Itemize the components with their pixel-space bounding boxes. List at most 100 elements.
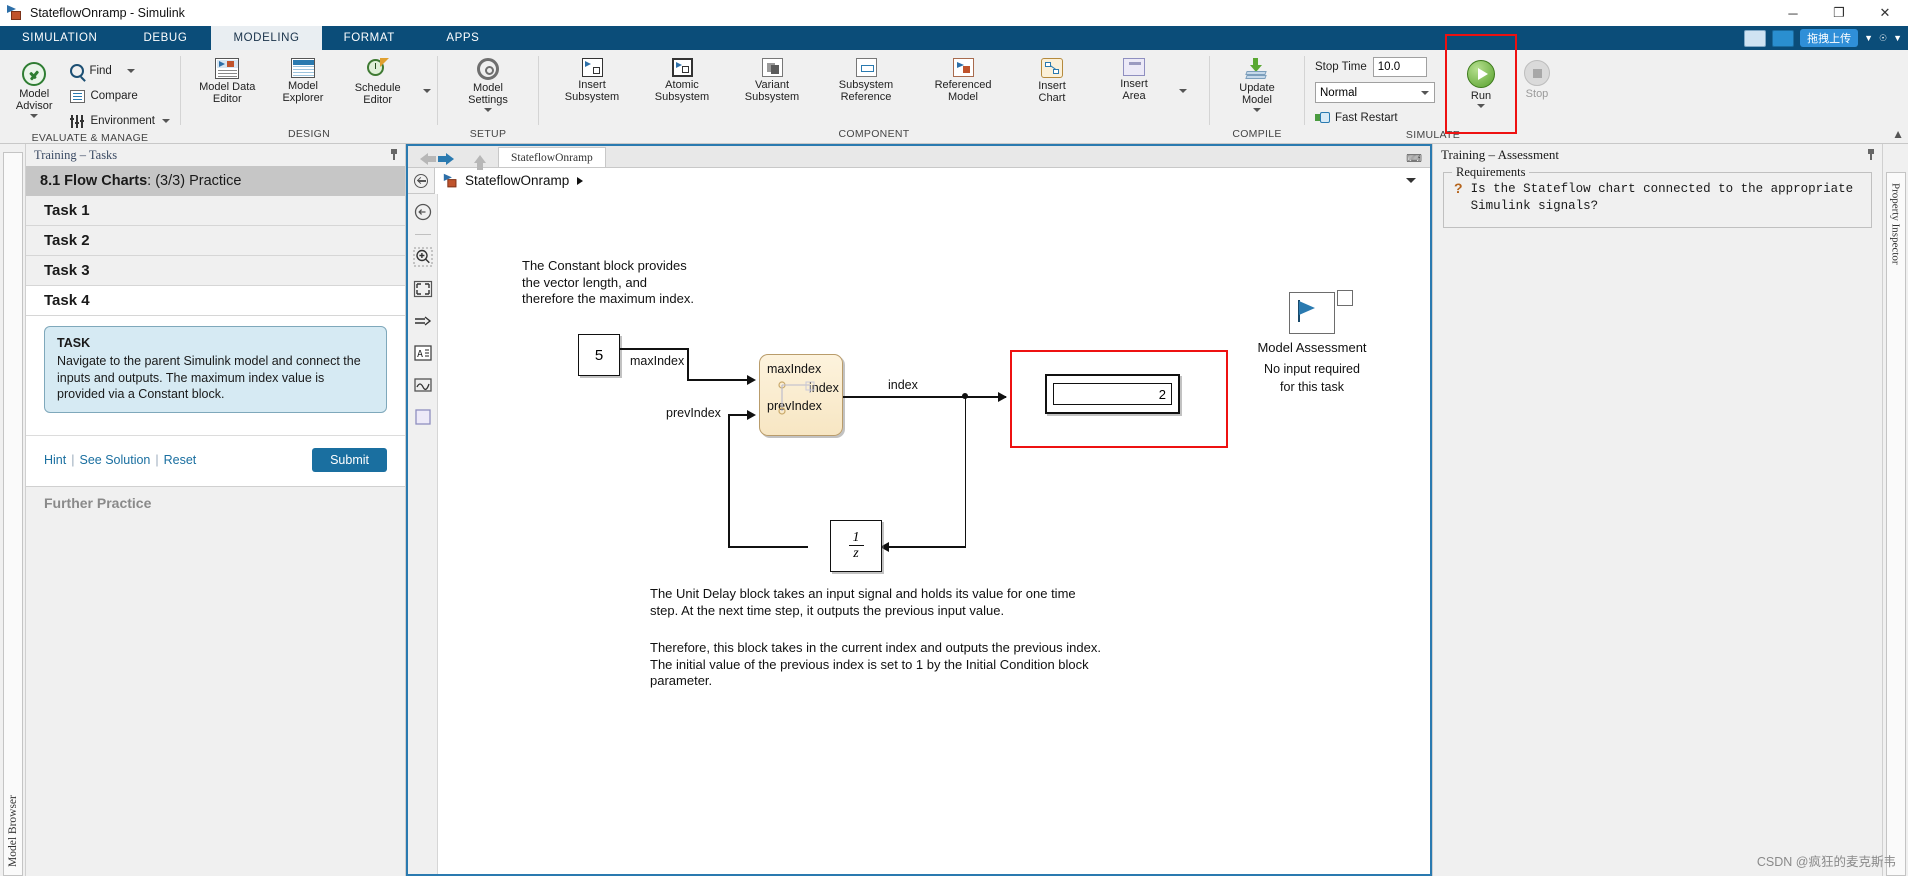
property-inspector-tab[interactable]: Property Inspector [1885, 172, 1906, 876]
zoom-in-icon[interactable] [413, 247, 433, 267]
tab-debug[interactable]: DEBUG [119, 26, 211, 50]
task-item-2[interactable]: Task 2 [26, 226, 405, 256]
hint-link[interactable]: Hint [44, 453, 66, 467]
insert-subsystem-button[interactable]: Insert Subsystem [551, 54, 633, 103]
model-icon [443, 173, 458, 187]
navigate-back-icon[interactable] [413, 202, 433, 222]
minimize-button[interactable]: ─ [1770, 0, 1816, 26]
reset-link[interactable]: Reset [164, 453, 197, 467]
back-arrow-icon[interactable] [420, 153, 436, 165]
constant-block[interactable]: 5 [578, 334, 620, 376]
wire-constant-to-chart-v [687, 348, 689, 380]
fit-to-view-icon[interactable] [413, 279, 433, 299]
block-diagram[interactable]: The Constant block provides the vector l… [438, 194, 1430, 874]
see-solution-link[interactable]: See Solution [79, 453, 150, 467]
chevron-down-icon[interactable] [1421, 91, 1429, 95]
compare-button[interactable]: Compare [66, 85, 174, 107]
wire-previndex-h [728, 414, 750, 416]
annotation-unit-delay-note-2: Therefore, this block takes in the curre… [650, 640, 1101, 688]
annotation-icon[interactable]: A [413, 343, 433, 363]
stop-time-input[interactable] [1372, 57, 1427, 77]
tab-simulation[interactable]: SIMULATION [0, 26, 119, 50]
design-overflow-icon[interactable] [423, 89, 431, 93]
component-overflow-icon[interactable] [1179, 89, 1187, 93]
breadcrumb-chevron-icon[interactable] [577, 176, 584, 185]
chevron-down-icon[interactable] [484, 108, 492, 112]
environment-button[interactable]: Environment [66, 110, 174, 132]
chevron-down-icon[interactable] [30, 114, 39, 118]
search-icon [70, 64, 85, 78]
simulation-mode-select[interactable]: Normal [1315, 82, 1435, 103]
run-button[interactable]: Run [1453, 56, 1509, 108]
unit-delay-block[interactable]: 1 z [830, 520, 882, 572]
canvas-tab-stateflowonramp[interactable]: StateflowOnramp [498, 147, 606, 167]
stateflow-chart-block[interactable]: maxIndex prevIndex index [759, 354, 843, 436]
find-button[interactable]: Find [66, 60, 174, 82]
window-controls: ─ ❐ ✕ [1770, 0, 1908, 26]
maximize-button[interactable]: ❐ [1816, 0, 1862, 26]
close-button[interactable]: ✕ [1862, 0, 1908, 26]
schedule-editor-button[interactable]: Schedule Editor [346, 54, 409, 106]
submit-button[interactable]: Submit [312, 447, 387, 472]
signal-routing-icon[interactable] [413, 311, 433, 331]
area-icon[interactable] [413, 407, 433, 427]
chevron-down-icon[interactable]: ▼ [1864, 33, 1873, 43]
insert-subsystem-label: Insert Subsystem [564, 79, 620, 103]
model-explorer-button[interactable]: Model Explorer [272, 54, 335, 104]
chevron-down-icon[interactable] [126, 69, 135, 73]
model-assessment-widget[interactable]: Model Assessment No input required for t… [1212, 290, 1412, 395]
subsystem-reference-button[interactable]: Subsystem Reference [821, 54, 911, 103]
breadcrumb-expand-icon[interactable] [1406, 178, 1416, 183]
upload-button[interactable]: 拖拽上传 [1800, 29, 1859, 47]
model-settings-button[interactable]: Model Settings [448, 54, 528, 112]
display-block[interactable]: 2 [1045, 374, 1180, 414]
variant-subsystem-button[interactable]: Variant Subsystem [731, 54, 813, 103]
breadcrumb-back-button[interactable] [408, 173, 434, 188]
model-data-editor-button[interactable]: Model Data Editor [195, 54, 260, 105]
model-advisor-button[interactable]: Model Advisor [6, 58, 62, 118]
task-item-4[interactable]: Task 4 [26, 286, 405, 316]
help-icon[interactable]: ☉ [1879, 33, 1887, 44]
group-label-design: DESIGN [287, 128, 331, 140]
referenced-model-label: Referenced Model [934, 79, 992, 103]
tab-apps[interactable]: APPS [417, 26, 509, 50]
group-label-simulate: SIMULATE [1405, 129, 1461, 141]
unit-delay-denominator: z [853, 546, 859, 561]
wire-constant-to-chart-h2 [687, 379, 750, 381]
tab-format[interactable]: FORMAT [322, 26, 417, 50]
ribbon-collapse-icon[interactable]: ▲ [1892, 127, 1904, 141]
further-practice-section[interactable]: Further Practice [26, 485, 405, 520]
update-model-button[interactable]: Update Model [1218, 54, 1296, 112]
chevron-down-icon[interactable] [1253, 108, 1261, 112]
task-item-3[interactable]: Task 3 [26, 256, 405, 286]
atomic-subsystem-button[interactable]: Atomic Subsystem [641, 54, 723, 103]
tab-modeling[interactable]: MODELING [211, 26, 322, 50]
canvas-nav-buttons [408, 153, 498, 170]
chevron-down-icon[interactable] [1477, 104, 1485, 108]
forward-arrow-icon[interactable] [438, 153, 454, 165]
pin-icon[interactable] [1867, 149, 1875, 160]
fast-restart-toggle[interactable]: Fast Restart [1315, 107, 1435, 129]
keyboard-icon[interactable]: ⌨ [1406, 152, 1430, 167]
referenced-model-button[interactable]: Referenced Model [919, 54, 1007, 103]
model-settings-label: Model Settings [468, 82, 508, 106]
canvas-breadcrumb-bar: StateflowOnramp [408, 167, 1430, 194]
share-icon[interactable] [1744, 29, 1767, 47]
scope-icon[interactable] [413, 375, 433, 395]
insert-chart-button[interactable]: Insert Chart [1015, 54, 1089, 104]
ribbon-group-evaluate-manage: Model Advisor Find Compare Environment E… [0, 50, 180, 144]
breadcrumb-model-name[interactable]: StateflowOnramp [465, 173, 569, 188]
ribbon-group-component: Insert Subsystem Atomic Subsystem Varian… [539, 50, 1209, 143]
insert-area-button[interactable]: Insert Area [1097, 54, 1171, 102]
ribbon: Model Advisor Find Compare Environment E… [0, 34, 1908, 144]
group-label-compile: COMPILE [1232, 128, 1282, 140]
overflow-icon[interactable]: ▼ [1893, 33, 1902, 43]
cloud-icon[interactable] [1772, 29, 1795, 47]
pin-icon[interactable] [390, 149, 398, 160]
stop-button[interactable]: Stop [1509, 56, 1565, 108]
model-browser-tab[interactable]: Model Browser [2, 152, 23, 876]
chevron-down-icon[interactable] [162, 119, 170, 123]
up-arrow-icon[interactable] [474, 155, 486, 170]
group-label-setup: SETUP [469, 128, 507, 140]
task-item-1[interactable]: Task 1 [26, 196, 405, 226]
